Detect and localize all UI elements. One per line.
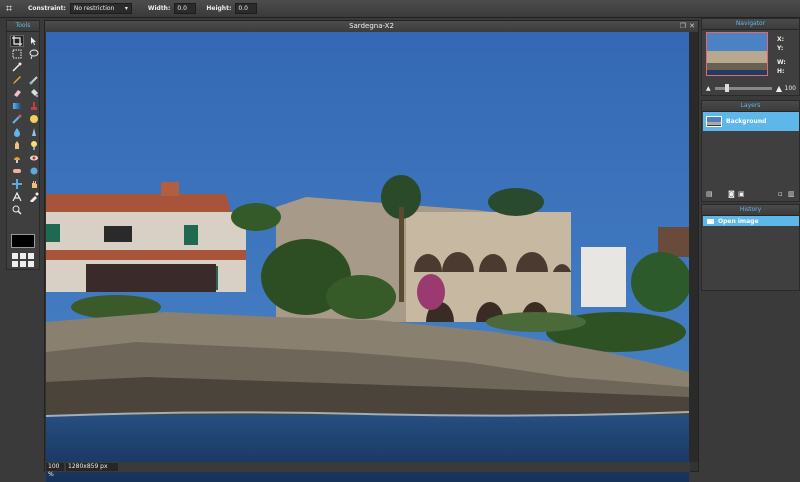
new-layer-icon[interactable]: ▫: [778, 191, 786, 198]
image-canvas[interactable]: [46, 32, 689, 482]
layer-style-icon[interactable]: ▣: [738, 191, 746, 198]
bloat-icon[interactable]: [27, 165, 41, 177]
hand-icon[interactable]: [27, 178, 41, 190]
layer-tools: ▤ ◙ ▣ ▫ ▥: [706, 190, 798, 199]
type-icon[interactable]: [10, 191, 24, 203]
w-label: W:: [777, 59, 786, 66]
eraser-icon[interactable]: [10, 87, 24, 99]
restore-icon[interactable]: ❐: [680, 21, 686, 32]
view-grid-icon[interactable]: [12, 253, 34, 267]
stamp-icon[interactable]: [27, 100, 41, 112]
zoom-value: 100: [48, 463, 60, 470]
h-label: H:: [777, 68, 785, 75]
color-replace-icon[interactable]: [10, 113, 24, 125]
history-panel: History Open image: [701, 204, 800, 291]
empty-slot-icon: [27, 61, 41, 73]
constraint-value: No restriction: [73, 5, 115, 12]
sponge-icon[interactable]: [27, 113, 41, 125]
zoom-unit: %: [48, 471, 54, 478]
trash-icon[interactable]: ▥: [788, 191, 796, 198]
layers-title: Layers: [702, 101, 799, 112]
magic-wand-icon[interactable]: [10, 61, 24, 73]
image-icon: [707, 218, 714, 224]
dodge-icon[interactable]: [27, 139, 41, 151]
layers-panel: Layers Background ▤ ◙ ▣ ▫ ▥: [701, 100, 800, 202]
document-title: Sardegna-X2: [349, 22, 394, 30]
bucket-icon[interactable]: [27, 87, 41, 99]
zoom-out-icon[interactable]: ▲: [706, 85, 711, 92]
width-label: Width:: [147, 5, 171, 12]
tools-panel: Tools: [6, 20, 40, 270]
move-icon[interactable]: [27, 35, 41, 47]
height-input[interactable]: 0.0: [235, 3, 258, 14]
image-dimensions: 1280x859 px: [66, 463, 118, 471]
options-bar: ⌗ Constraint: No restriction ▾ Width: 0.…: [0, 0, 800, 18]
photo: [46, 32, 689, 482]
chevron-down-icon: ▾: [124, 5, 128, 12]
layer-thumbnail: [706, 116, 722, 127]
gradient-icon[interactable]: [10, 100, 24, 112]
y-label: Y:: [777, 45, 784, 52]
crop-tool-icon[interactable]: ⌗: [0, 2, 18, 16]
brush-icon[interactable]: [27, 74, 41, 86]
layer-settings-icon[interactable]: ▤: [706, 191, 714, 198]
red-eye-icon[interactable]: [27, 152, 41, 164]
history-item[interactable]: Open image: [703, 216, 799, 226]
document-statusbar: 100 % 1280x859 px: [45, 462, 690, 478]
zoom-field[interactable]: 100 %: [46, 463, 64, 478]
blur-icon[interactable]: [10, 126, 24, 138]
pencil-icon[interactable]: [10, 74, 24, 86]
width-input[interactable]: 0.0: [174, 3, 197, 14]
sharpen-icon[interactable]: [27, 126, 41, 138]
close-icon[interactable]: ✕: [689, 21, 695, 32]
zoom-icon[interactable]: [10, 204, 24, 216]
layer-row[interactable]: Background: [703, 112, 799, 131]
navigator-thumbnail[interactable]: [706, 32, 768, 76]
lasso-icon[interactable]: [27, 48, 41, 60]
zoom-slider[interactable]: [714, 84, 772, 92]
burn-icon[interactable]: [10, 152, 24, 164]
pinch-icon[interactable]: [10, 178, 24, 190]
smudge-icon[interactable]: [10, 139, 24, 151]
navigator-zoom-value: 100: [784, 85, 796, 92]
history-item-label: Open image: [718, 217, 759, 225]
navigator-zoom: ▲ ▲ 100: [706, 84, 796, 93]
spot-heal-icon[interactable]: [10, 165, 24, 177]
zoom-slider-handle[interactable]: [724, 84, 729, 92]
vertical-scrollbar[interactable]: [689, 32, 698, 462]
document-window: Sardegna-X2 ❐ ✕ 100 % 1280x859 px: [44, 20, 699, 482]
history-title: History: [702, 205, 799, 216]
x-label: X:: [777, 36, 785, 43]
marquee-icon[interactable]: [10, 48, 24, 60]
document-titlebar: Sardegna-X2 ❐ ✕: [45, 21, 698, 32]
color-swatch[interactable]: [11, 234, 35, 248]
tools-title: Tools: [7, 21, 39, 32]
constraint-select[interactable]: No restriction ▾: [69, 3, 132, 14]
navigator-title: Navigator: [702, 19, 799, 30]
eyedropper-icon[interactable]: [27, 191, 41, 203]
navigator-panel: Navigator X: Y: W: H: ▲ ▲ 100: [701, 18, 800, 96]
layer-name: Background: [726, 118, 767, 125]
right-panels: Navigator X: Y: W: H: ▲ ▲ 100 Layers Bac…: [701, 18, 800, 481]
navigator-coords: X: Y: W: H:: [777, 35, 786, 76]
constraint-label: Constraint:: [28, 5, 66, 12]
crop-icon[interactable]: [10, 35, 24, 47]
height-label: Height:: [206, 5, 232, 12]
layer-mask-icon[interactable]: ◙: [728, 191, 736, 198]
